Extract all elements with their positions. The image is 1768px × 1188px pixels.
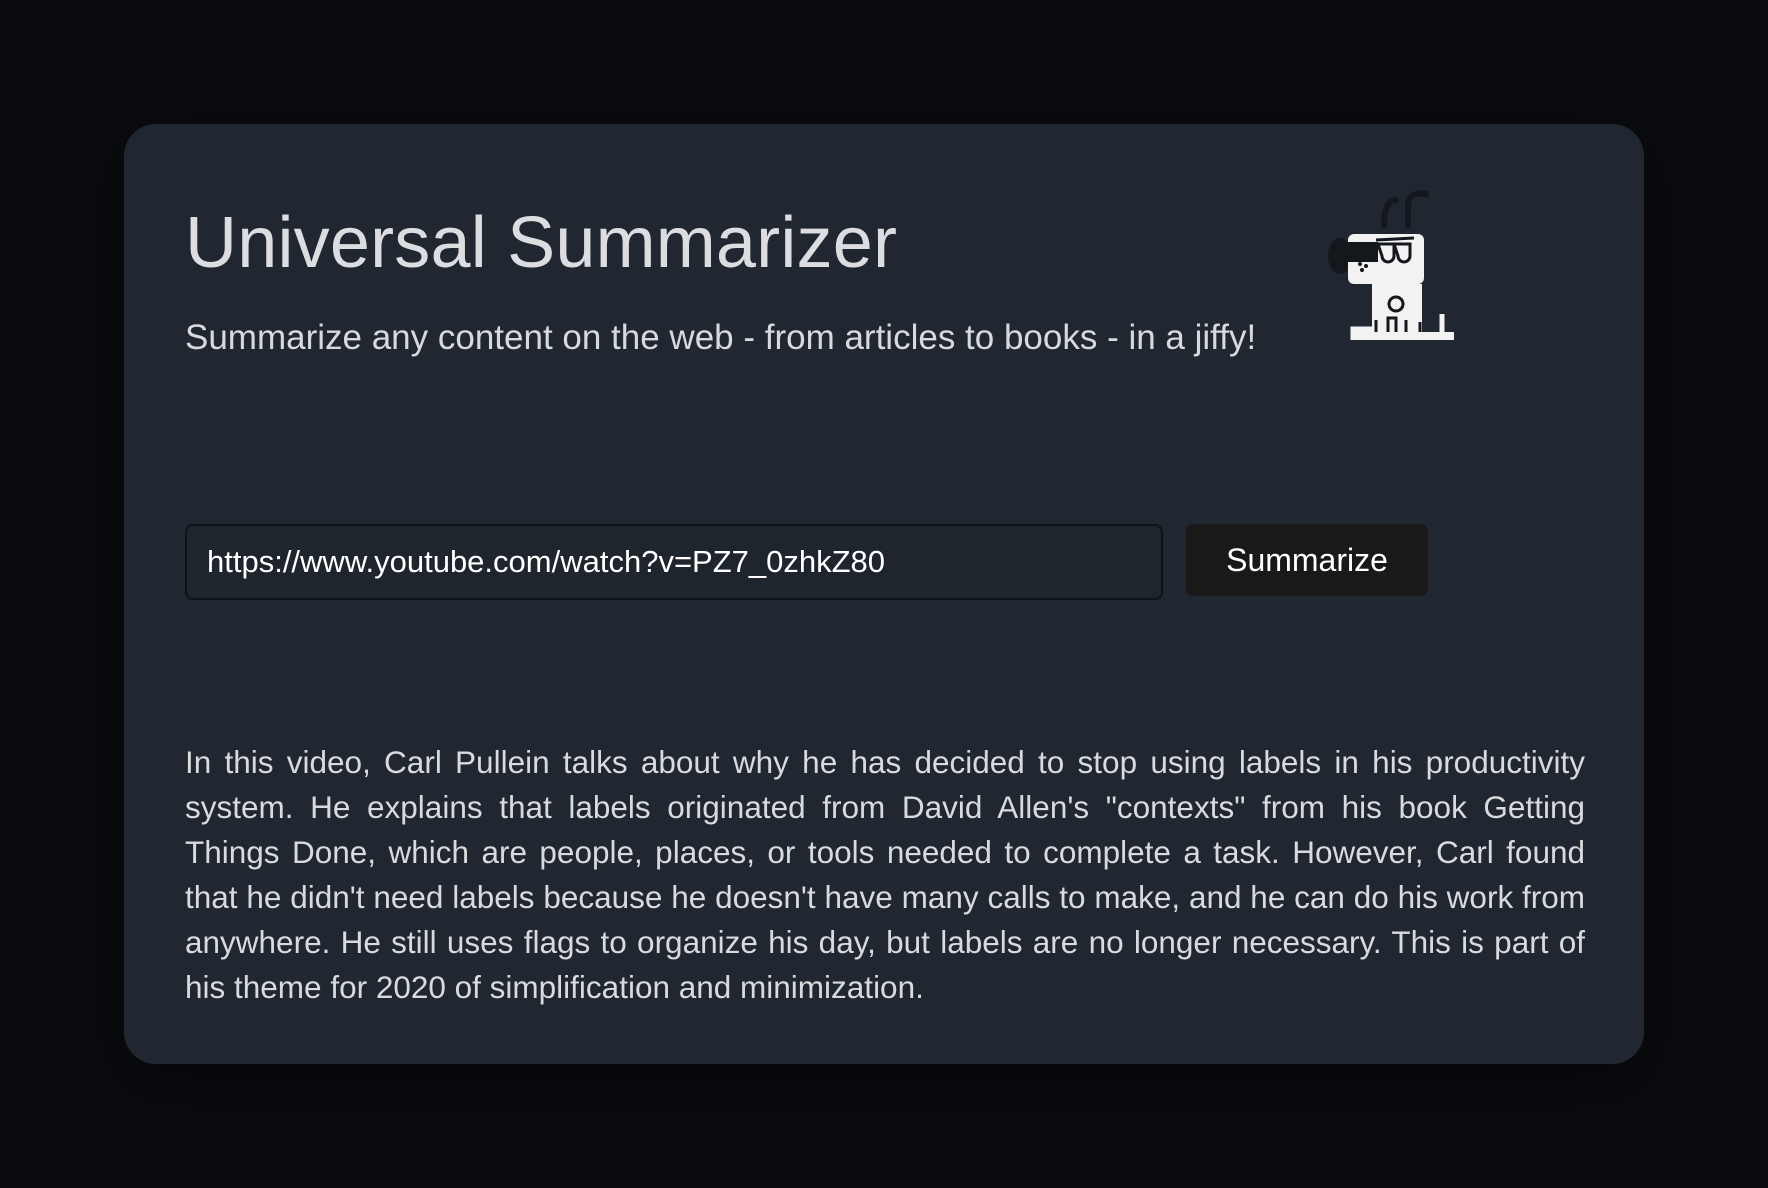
robot-dog-icon [1328, 190, 1454, 340]
summary-text: In this video, Carl Pullein talks about … [185, 744, 1585, 1005]
summarize-button[interactable]: Summarize [1186, 524, 1428, 596]
summarizer-card: Universal Summarizer Summarize any conte… [124, 124, 1644, 1064]
url-input[interactable] [185, 524, 1163, 600]
page-title: Universal Summarizer [185, 203, 898, 283]
page-subtitle: Summarize any content on the web - from … [185, 318, 1257, 357]
